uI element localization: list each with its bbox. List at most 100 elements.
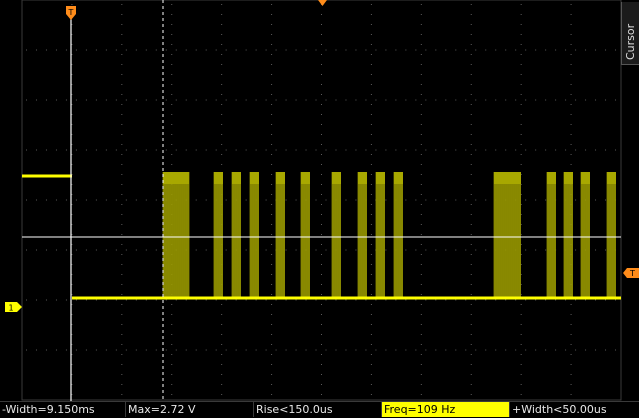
graticule-dot xyxy=(221,304,223,305)
graticule-dot xyxy=(155,199,157,201)
graticule-dot xyxy=(321,204,322,205)
graticule-dot xyxy=(145,199,147,201)
graticule-dot xyxy=(545,149,547,151)
graticule-dot xyxy=(271,184,273,185)
graticule-dot xyxy=(420,294,422,295)
graticule-dot xyxy=(121,94,123,95)
graticule-dot xyxy=(271,154,273,155)
graticule-dot xyxy=(105,149,107,151)
graticule-dot xyxy=(525,49,527,51)
graticule-dot xyxy=(445,349,447,351)
graticule-dot xyxy=(355,99,357,101)
graticule-dot xyxy=(370,304,372,305)
graticule-dot xyxy=(455,249,457,251)
graticule-dot xyxy=(265,199,267,201)
measurement-rise[interactable]: Rise<150.0us xyxy=(254,402,382,417)
graticule-dot xyxy=(135,99,137,101)
graticule-dot xyxy=(535,349,537,351)
graticule-dot xyxy=(221,34,223,35)
graticule-dot xyxy=(295,99,297,101)
graticule-dot xyxy=(370,144,372,145)
graticule-dot xyxy=(75,99,77,101)
graticule-dot xyxy=(565,149,567,151)
graticule-dot xyxy=(221,344,223,345)
graticule-dot xyxy=(470,164,472,165)
graticule-dot xyxy=(335,149,337,151)
graticule-dot xyxy=(245,249,247,251)
graticule-dot xyxy=(365,299,367,301)
graticule-dot xyxy=(105,99,107,101)
graticule-dot xyxy=(55,199,57,201)
trigger-time-marker-icon[interactable]: T xyxy=(66,6,76,20)
graticule-dot xyxy=(335,99,337,101)
graticule-dot xyxy=(105,249,107,251)
graticule-dot xyxy=(520,164,522,165)
graticule-dot xyxy=(595,199,597,201)
measurement-positive-width[interactable]: +Width<50.00us xyxy=(510,402,639,417)
graticule-dot xyxy=(415,349,417,351)
graticule-dot xyxy=(365,149,367,151)
graticule-dot xyxy=(370,164,372,165)
graticule-dot xyxy=(520,64,522,65)
graticule-dot xyxy=(455,99,457,101)
graticule-dot xyxy=(370,324,372,325)
graticule-dot xyxy=(470,214,472,215)
graticule-dot xyxy=(321,64,322,65)
graticule-dot xyxy=(125,249,127,251)
graticule-dot xyxy=(570,394,572,395)
measurement-max[interactable]: Max=2.72 V xyxy=(126,402,254,417)
graticule-dot xyxy=(115,99,117,101)
trace-burst-top xyxy=(358,172,367,184)
measurement-negative-width[interactable]: -Width=9.150ms xyxy=(0,402,126,417)
graticule-dot xyxy=(145,149,147,151)
graticule-dot xyxy=(370,154,372,155)
graticule-dot xyxy=(570,384,572,385)
graticule-dot xyxy=(470,194,472,195)
graticule-dot xyxy=(321,24,322,25)
graticule-dot xyxy=(405,149,407,151)
graticule-dot xyxy=(271,214,273,215)
graticule-dot xyxy=(520,354,522,355)
graticule-dot xyxy=(470,304,472,305)
graticule-dot xyxy=(475,249,477,251)
graticule-dot xyxy=(221,114,223,115)
cursor-side-tab[interactable]: Cursor xyxy=(621,2,639,65)
graticule-dot xyxy=(321,354,322,355)
graticule-dot xyxy=(415,49,417,51)
graticule-dot xyxy=(295,249,297,251)
graticule-dot xyxy=(520,84,522,85)
graticule-dot xyxy=(121,4,123,5)
graticule-dot xyxy=(221,74,223,75)
graticule-dot xyxy=(245,99,247,101)
graticule-dot xyxy=(345,49,347,51)
graticule-dot xyxy=(85,99,87,101)
graticule-dot xyxy=(445,199,447,201)
graticule-dot xyxy=(121,14,123,15)
graticule-dot xyxy=(285,149,287,151)
graticule-dot xyxy=(370,4,372,5)
graticule-dot xyxy=(425,199,427,201)
graticule-dot xyxy=(215,99,217,101)
graticule-dot xyxy=(470,94,472,95)
graticule-dot xyxy=(455,199,457,201)
graticule-dot xyxy=(335,299,337,301)
graticule-dot xyxy=(605,149,607,151)
graticule-dot xyxy=(271,234,273,235)
graticule-dot xyxy=(420,204,422,205)
graticule-dot xyxy=(585,299,587,301)
graticule-dot xyxy=(255,149,257,151)
graticule-dot xyxy=(475,349,477,351)
graticule-dot xyxy=(75,149,77,151)
graticule-dot xyxy=(420,374,422,375)
measurement-frequency[interactable]: Freq=109 Hz xyxy=(382,402,510,417)
graticule-dot xyxy=(455,49,457,51)
graticule-dot xyxy=(245,149,247,151)
graticule-dot xyxy=(555,149,557,151)
channel-1-marker-icon[interactable]: 1 xyxy=(5,302,22,313)
graticule-border xyxy=(21,0,622,401)
graticule-dot xyxy=(135,299,137,301)
graticule-dot xyxy=(470,184,472,185)
graticule-dot xyxy=(595,349,597,351)
graticule-dot xyxy=(295,299,297,301)
graticule-dot xyxy=(570,144,572,145)
